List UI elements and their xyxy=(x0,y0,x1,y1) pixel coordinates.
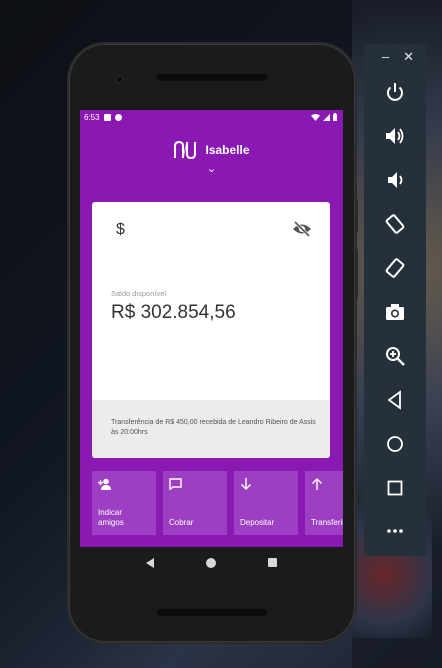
back-button[interactable] xyxy=(364,385,426,415)
power-button[interactable] xyxy=(364,77,426,107)
android-nav-bar xyxy=(80,547,343,578)
rotate-left-icon xyxy=(385,214,405,234)
rotate-left-button[interactable] xyxy=(364,209,426,239)
nav-back-icon[interactable] xyxy=(146,557,154,568)
nav-home-icon[interactable] xyxy=(206,557,216,568)
status-bar: 6:53 xyxy=(80,110,343,124)
arrow-down-icon xyxy=(241,478,251,490)
nubank-logo-icon xyxy=(174,140,197,160)
add-person-icon xyxy=(98,478,111,490)
more-button[interactable] xyxy=(364,516,426,546)
user-name: Isabelle xyxy=(205,143,250,157)
overview-icon xyxy=(387,480,403,496)
chat-icon xyxy=(169,478,182,490)
screenshot-button[interactable] xyxy=(364,297,426,327)
zoom-button[interactable] xyxy=(364,341,426,371)
shortcut-label: Cobrar xyxy=(169,518,194,527)
more-icon xyxy=(387,529,403,533)
last-transaction-footer[interactable]: Transferência de R$ 450,00 recebida de L… xyxy=(92,400,330,458)
notification-icon xyxy=(114,113,122,121)
shortcuts-row: Indicar amigos Cobrar Depositar Transfer… xyxy=(92,471,343,535)
battery-icon xyxy=(333,113,337,121)
home-button[interactable] xyxy=(364,429,426,459)
chevron-down-icon[interactable]: ⌄ xyxy=(80,164,343,175)
overview-button[interactable] xyxy=(364,473,426,503)
shortcut-label: Transferir xyxy=(311,518,343,527)
phone-frame: 6:53 Isabelle ⌄ $ Saldo disponível R$ 30… xyxy=(69,44,358,642)
shortcut-label: Indicar amigos xyxy=(98,508,124,527)
side-button-volume[interactable] xyxy=(355,249,358,299)
front-camera xyxy=(115,75,124,84)
volume-down-button[interactable] xyxy=(364,165,426,195)
shortcut-label: Depositar xyxy=(240,518,275,527)
balance-label: Saldo disponível xyxy=(111,289,167,298)
side-button-power[interactable] xyxy=(355,199,358,233)
power-icon xyxy=(387,83,403,101)
status-time: 6:53 xyxy=(84,112,100,122)
arrow-up-icon xyxy=(312,478,322,490)
minimize-icon[interactable]: – xyxy=(382,50,389,64)
balance-amount: R$ 302.854,56 xyxy=(111,302,236,323)
signal-icon xyxy=(323,113,330,121)
sd-card-icon xyxy=(103,113,111,121)
home-icon xyxy=(387,436,403,452)
close-icon[interactable]: ✕ xyxy=(403,50,414,64)
bottom-speaker xyxy=(157,609,267,616)
hide-balance-eye-icon[interactable] xyxy=(292,221,312,237)
rotate-right-icon xyxy=(385,258,405,278)
dollar-icon: $ xyxy=(116,221,125,238)
shortcut-depositar[interactable]: Depositar xyxy=(234,471,298,535)
app-header[interactable]: Isabelle ⌄ xyxy=(80,140,343,175)
zoom-icon xyxy=(386,347,405,366)
volume-down-icon xyxy=(388,172,403,188)
rotate-right-button[interactable] xyxy=(364,253,426,283)
shortcut-transferir[interactable]: Transferir xyxy=(305,471,343,535)
volume-up-button[interactable] xyxy=(364,121,426,151)
camera-icon xyxy=(386,304,404,320)
nav-recents-icon[interactable] xyxy=(268,558,277,567)
last-transaction-text: Transferência de R$ 450,00 recebida de L… xyxy=(111,419,316,436)
top-speaker xyxy=(157,74,267,81)
wifi-icon xyxy=(311,113,320,121)
app-screen: 6:53 Isabelle ⌄ $ Saldo disponível R$ 30… xyxy=(80,110,343,547)
shortcut-indicar-amigos[interactable]: Indicar amigos xyxy=(92,471,156,535)
volume-up-icon xyxy=(386,128,404,144)
shortcut-cobrar[interactable]: Cobrar xyxy=(163,471,227,535)
back-icon xyxy=(387,390,401,410)
balance-card[interactable]: $ Saldo disponível R$ 302.854,56 Transfe… xyxy=(92,202,330,458)
emulator-toolbar: – ✕ xyxy=(364,44,426,556)
